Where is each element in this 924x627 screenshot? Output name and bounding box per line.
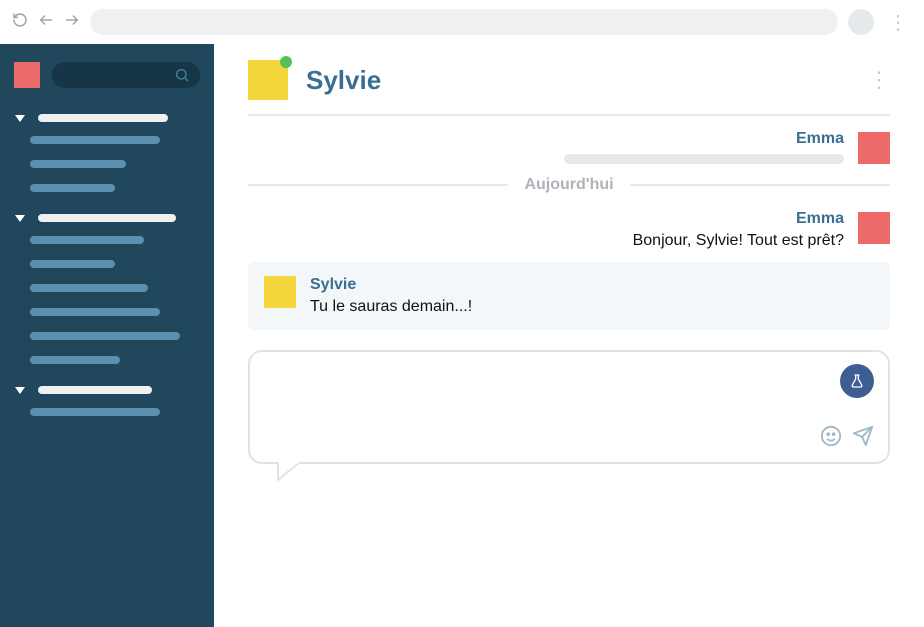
browser-menu-icon[interactable]: ⋮ (884, 10, 912, 35)
message-placeholder (564, 154, 844, 164)
forward-icon[interactable] (64, 12, 80, 33)
message-row: Emma (248, 130, 890, 164)
sidebar-item[interactable] (30, 236, 144, 244)
sidebar-item[interactable] (30, 408, 160, 416)
back-icon[interactable] (38, 12, 54, 33)
workspace-icon[interactable] (14, 62, 40, 88)
message-sender: Emma (564, 130, 844, 148)
sidebar-item[interactable] (30, 184, 115, 192)
chevron-down-icon (14, 212, 26, 224)
message-sender: Emma (633, 210, 844, 228)
sidebar (0, 44, 214, 627)
sidebar-section-2[interactable] (14, 212, 200, 224)
sidebar-section-label (38, 214, 176, 222)
chat-title: Sylvie (306, 65, 381, 96)
presence-indicator (280, 56, 292, 68)
sidebar-section-label (38, 114, 168, 122)
sender-avatar[interactable] (858, 132, 890, 164)
message-text: Tu le sauras demain...! (310, 298, 472, 316)
message-row: Emma Bonjour, Sylvie! Tout est prêt? (248, 210, 890, 250)
sidebar-item[interactable] (30, 356, 120, 364)
profile-avatar[interactable] (848, 9, 874, 35)
sender-avatar[interactable] (858, 212, 890, 244)
chevron-down-icon (14, 112, 26, 124)
chat-header: Sylvie ⋮ (248, 60, 890, 116)
sidebar-section-label (38, 386, 152, 394)
chat-panel: Sylvie ⋮ Emma Aujourd'hui (214, 44, 924, 627)
sender-avatar[interactable] (264, 276, 296, 308)
emoji-icon[interactable] (820, 425, 842, 452)
lab-icon[interactable] (840, 364, 874, 398)
sidebar-item[interactable] (30, 332, 180, 340)
sidebar-item[interactable] (30, 160, 126, 168)
sidebar-section-1[interactable] (14, 112, 200, 124)
sidebar-item[interactable] (30, 284, 148, 292)
search-input[interactable] (52, 62, 200, 88)
chat-menu-icon[interactable]: ⋮ (868, 67, 890, 93)
message-sender: Sylvie (310, 276, 472, 294)
sidebar-item[interactable] (30, 136, 160, 144)
address-bar[interactable] (90, 9, 838, 35)
send-icon[interactable] (852, 425, 874, 452)
messages-list: Emma Aujourd'hui Emma Bonjour, Sylvie! T… (248, 116, 890, 627)
date-label: Aujourd'hui (524, 176, 613, 194)
sidebar-item[interactable] (30, 308, 160, 316)
date-divider: Aujourd'hui (248, 176, 890, 194)
browser-toolbar: ⋮ (0, 0, 924, 44)
message-row: Sylvie Tu le sauras demain...! (248, 262, 890, 330)
reload-icon[interactable] (12, 12, 28, 33)
composer-wrap (248, 350, 890, 474)
search-icon (174, 67, 190, 83)
composer-tail (276, 462, 302, 482)
chevron-down-icon (14, 384, 26, 396)
sidebar-section-3[interactable] (14, 384, 200, 396)
message-text: Bonjour, Sylvie! Tout est prêt? (633, 232, 844, 250)
message-input[interactable] (248, 350, 890, 464)
sidebar-item[interactable] (30, 260, 115, 268)
